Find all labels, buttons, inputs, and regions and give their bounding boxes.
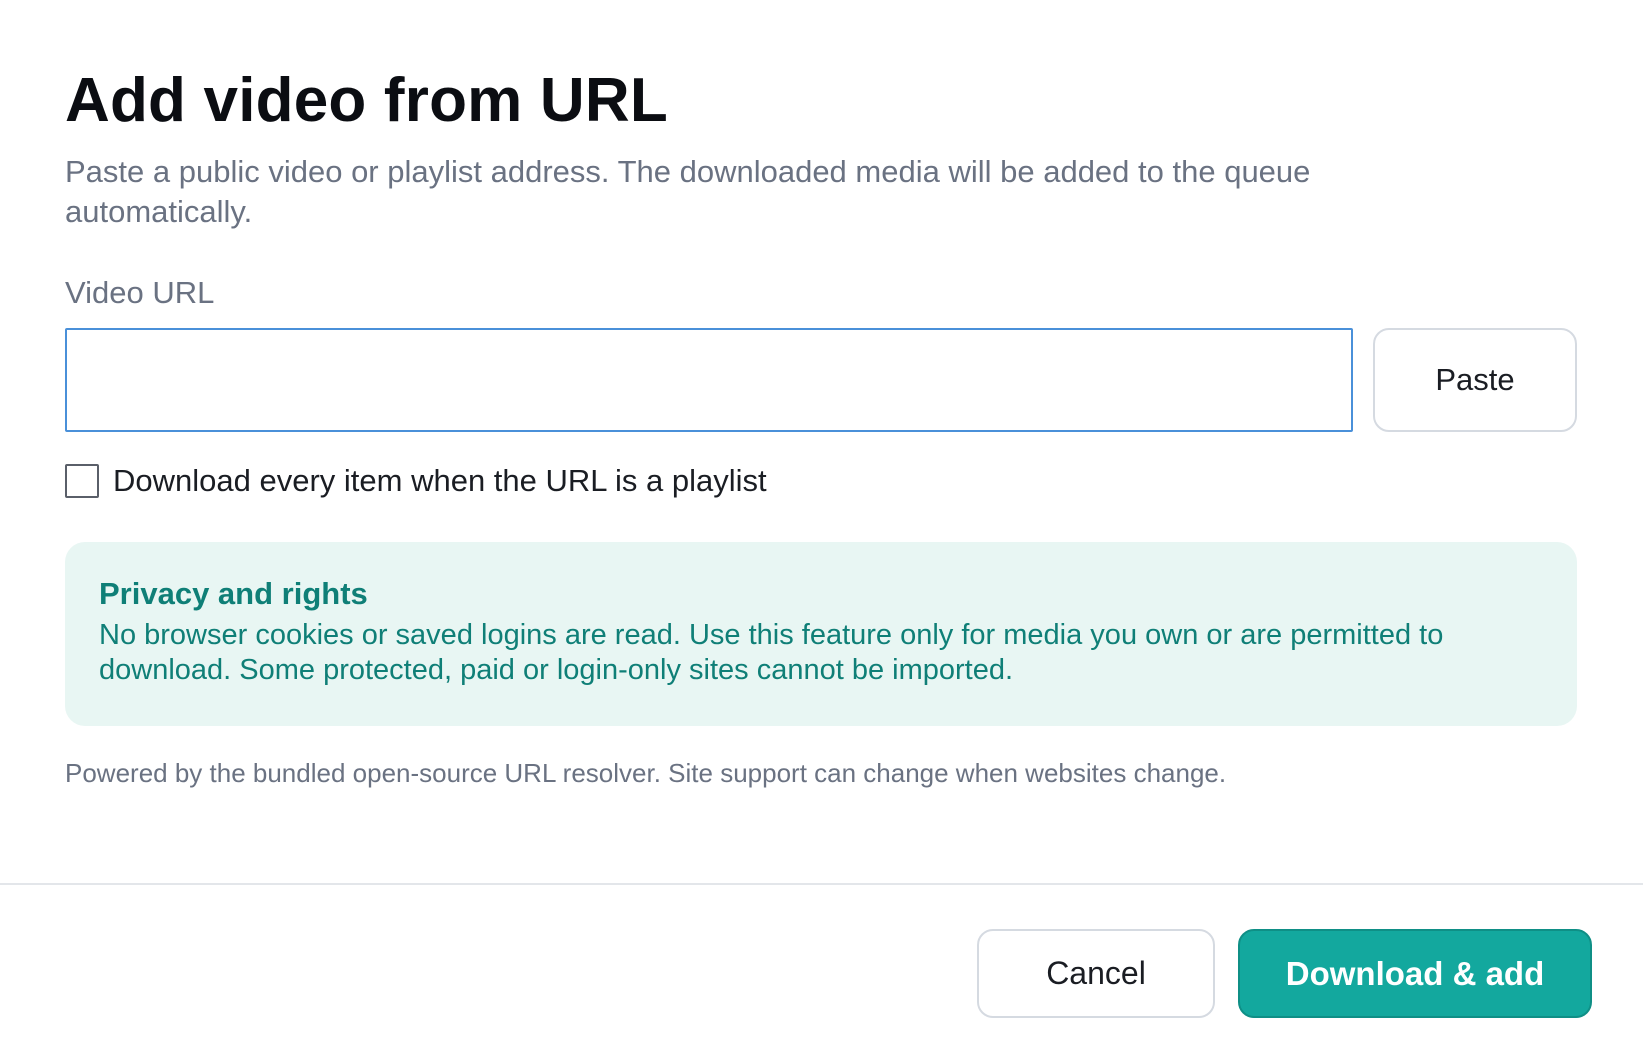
video-url-input[interactable]	[65, 328, 1353, 432]
privacy-notice-text: No browser cookies or saved logins are r…	[99, 619, 1444, 686]
playlist-checkbox[interactable]	[65, 464, 99, 498]
dialog-title: Add video from URL	[65, 66, 668, 135]
add-video-dialog: Add video from URL Paste a public video …	[0, 0, 1643, 1062]
privacy-notice-title: Privacy and rights	[99, 576, 368, 611]
playlist-checkbox-label[interactable]: Download every item when the URL is a pl…	[113, 460, 767, 502]
dialog-subtitle: Paste a public video or playlist address…	[65, 154, 1311, 229]
resolver-footnote: Powered by the bundled open-source URL r…	[65, 758, 1227, 788]
playlist-option[interactable]: Download every item when the URL is a pl…	[65, 460, 767, 502]
paste-button[interactable]: Paste	[1373, 328, 1577, 432]
footer-divider	[0, 883, 1643, 885]
download-and-add-button[interactable]: Download & add	[1238, 929, 1592, 1018]
video-url-label: Video URL	[65, 275, 215, 310]
cancel-button[interactable]: Cancel	[977, 929, 1215, 1018]
privacy-notice: Privacy and rights No browser cookies or…	[65, 542, 1577, 726]
